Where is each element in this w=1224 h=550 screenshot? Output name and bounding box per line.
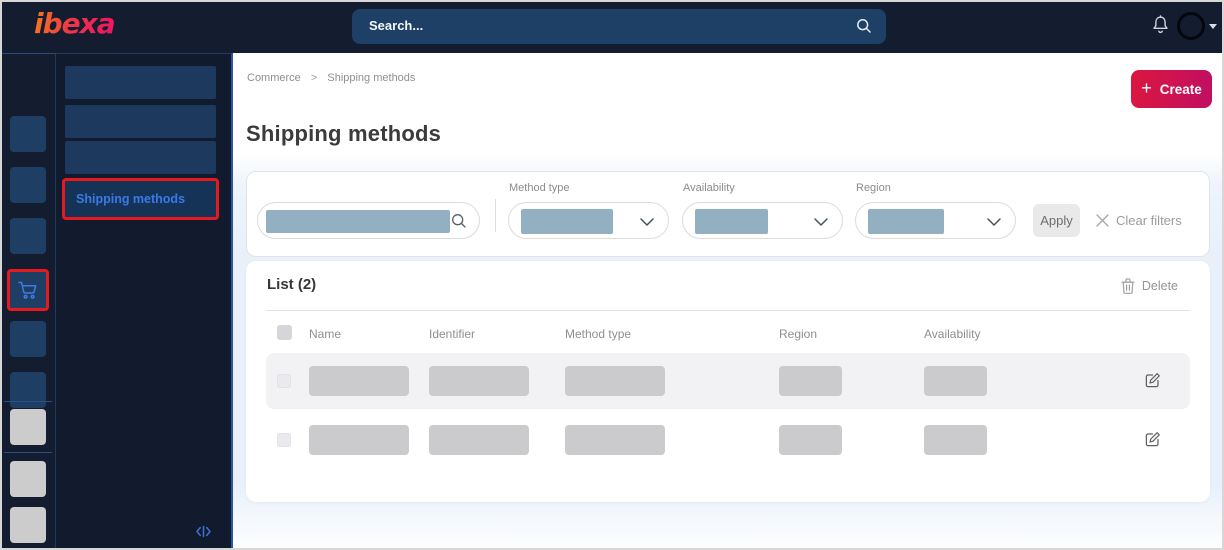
apply-button[interactable]: Apply: [1033, 204, 1080, 237]
delete-button-label: Delete: [1141, 279, 1178, 293]
global-search-input[interactable]: Search...: [352, 9, 886, 44]
breadcrumb-commerce[interactable]: Commerce: [247, 72, 301, 84]
column-header-identifier: Identifier: [429, 327, 476, 341]
filter-label: Availability: [683, 182, 735, 194]
redacted-identifier-cell: [429, 425, 529, 455]
main-content: Commerce > Shipping methods + Create Shi…: [233, 53, 1224, 550]
redacted-identifier-cell: [429, 366, 529, 396]
nav-tile-commerce-active[interactable]: [7, 269, 49, 311]
nav-tile-6[interactable]: [10, 372, 46, 408]
plus-icon: +: [1141, 78, 1152, 98]
shopping-cart-icon: [18, 281, 37, 299]
global-search-placeholder: Search...: [369, 18, 424, 33]
redacted-name-cell: [309, 366, 409, 396]
redacted-region-cell: [779, 366, 842, 396]
filter-label: Region: [856, 182, 891, 194]
filters-card: S Method type Availability: [246, 171, 1210, 257]
commerce-sidenav: Shipping methods: [56, 53, 233, 550]
clear-filters-button[interactable]: Clear filters: [1096, 204, 1182, 237]
column-header-name: Name: [309, 327, 342, 341]
ibexa-logo: ibexa: [34, 7, 116, 40]
availability-select[interactable]: [682, 202, 843, 239]
edit-button[interactable]: [1144, 431, 1161, 453]
redacted-search-value: [266, 210, 450, 233]
page-title: Shipping methods: [246, 121, 442, 146]
notifications-bell-icon[interactable]: [1151, 15, 1170, 41]
breadcrumb: Commerce > Shipping methods: [247, 72, 422, 84]
redacted-select-value: [695, 209, 768, 234]
trash-icon: [1121, 278, 1135, 294]
top-bar: ibexa Search...: [0, 0, 1224, 53]
redacted-method-type-cell: [565, 425, 665, 455]
nav-tile-2[interactable]: [10, 167, 46, 203]
admin-app: ibexa Search... Shipping methods Commerc…: [0, 0, 1224, 550]
breadcrumb-separator: >: [310, 72, 318, 84]
close-icon: [1096, 214, 1109, 227]
nav-tile-bottom-1[interactable]: [10, 409, 46, 445]
search-icon: [452, 214, 466, 228]
delete-button[interactable]: Delete: [1121, 278, 1178, 294]
table-row[interactable]: [266, 412, 1190, 468]
redacted-method-type-cell: [565, 366, 665, 396]
edit-icon: [1145, 373, 1160, 388]
row-checkbox[interactable]: [277, 374, 291, 388]
chevron-down-icon: [814, 218, 828, 226]
redacted-region-cell: [779, 425, 842, 455]
chevron-down-icon: [987, 218, 1001, 226]
filter-label: Method type: [509, 182, 570, 194]
column-header-availability: Availability: [924, 327, 981, 341]
column-header-region: Region: [779, 327, 818, 341]
edit-button[interactable]: [1144, 372, 1161, 394]
sidenav-item-3[interactable]: [65, 141, 216, 174]
redacted-name-cell: [309, 425, 409, 455]
table-row[interactable]: [266, 353, 1190, 409]
redacted-select-value: [868, 209, 944, 234]
list-card: List (2) Delete Name Identifier Method t…: [246, 261, 1210, 502]
breadcrumb-shipping-methods[interactable]: Shipping methods: [327, 72, 415, 84]
redacted-availability-cell: [924, 425, 987, 455]
edit-icon: [1145, 432, 1160, 447]
sidenav-item-shipping-methods[interactable]: Shipping methods: [62, 178, 219, 220]
main-nav-rail: [0, 53, 56, 550]
collapse-panel-icon[interactable]: [195, 524, 212, 544]
clear-filters-label: Clear filters: [1116, 213, 1182, 228]
nav-tile-bottom-2[interactable]: [10, 461, 46, 497]
region-select[interactable]: [855, 202, 1016, 239]
chevron-down-icon: [640, 218, 654, 226]
user-menu-caret-icon[interactable]: [1209, 24, 1217, 29]
sidenav-item-2[interactable]: [65, 105, 216, 138]
sidenav-item-label: Shipping methods: [76, 192, 186, 206]
nav-tile-bottom-3[interactable]: [10, 507, 46, 543]
rail-divider: [4, 401, 52, 402]
row-checkbox[interactable]: [277, 433, 291, 447]
filter-search-input[interactable]: S: [257, 202, 480, 239]
list-title: List (2): [267, 276, 317, 293]
nav-tile-1[interactable]: [10, 116, 46, 152]
method-type-select[interactable]: [508, 202, 669, 239]
redacted-availability-cell: [924, 366, 987, 396]
rail-divider: [4, 452, 52, 453]
search-icon: [857, 19, 871, 33]
sidenav-item-1[interactable]: [65, 66, 216, 99]
create-button[interactable]: + Create: [1131, 70, 1212, 108]
create-button-label: Create: [1159, 81, 1202, 97]
select-all-checkbox[interactable]: [277, 325, 292, 340]
nav-tile-5[interactable]: [10, 321, 46, 357]
redacted-select-value: [521, 209, 613, 234]
nav-tile-3[interactable]: [10, 218, 46, 254]
filter-divider: [495, 199, 496, 232]
user-avatar[interactable]: [1177, 12, 1205, 40]
column-header-method-type: Method type: [565, 327, 632, 341]
list-header-divider: [266, 310, 1190, 311]
